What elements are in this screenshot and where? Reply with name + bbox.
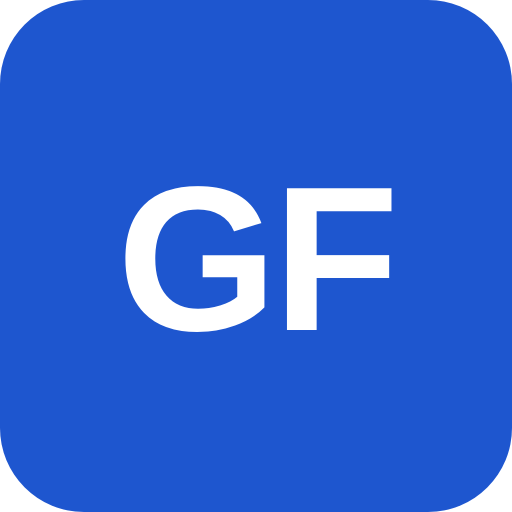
app-icon-monogram: GF xyxy=(116,144,399,374)
app-icon: GF xyxy=(0,0,512,512)
